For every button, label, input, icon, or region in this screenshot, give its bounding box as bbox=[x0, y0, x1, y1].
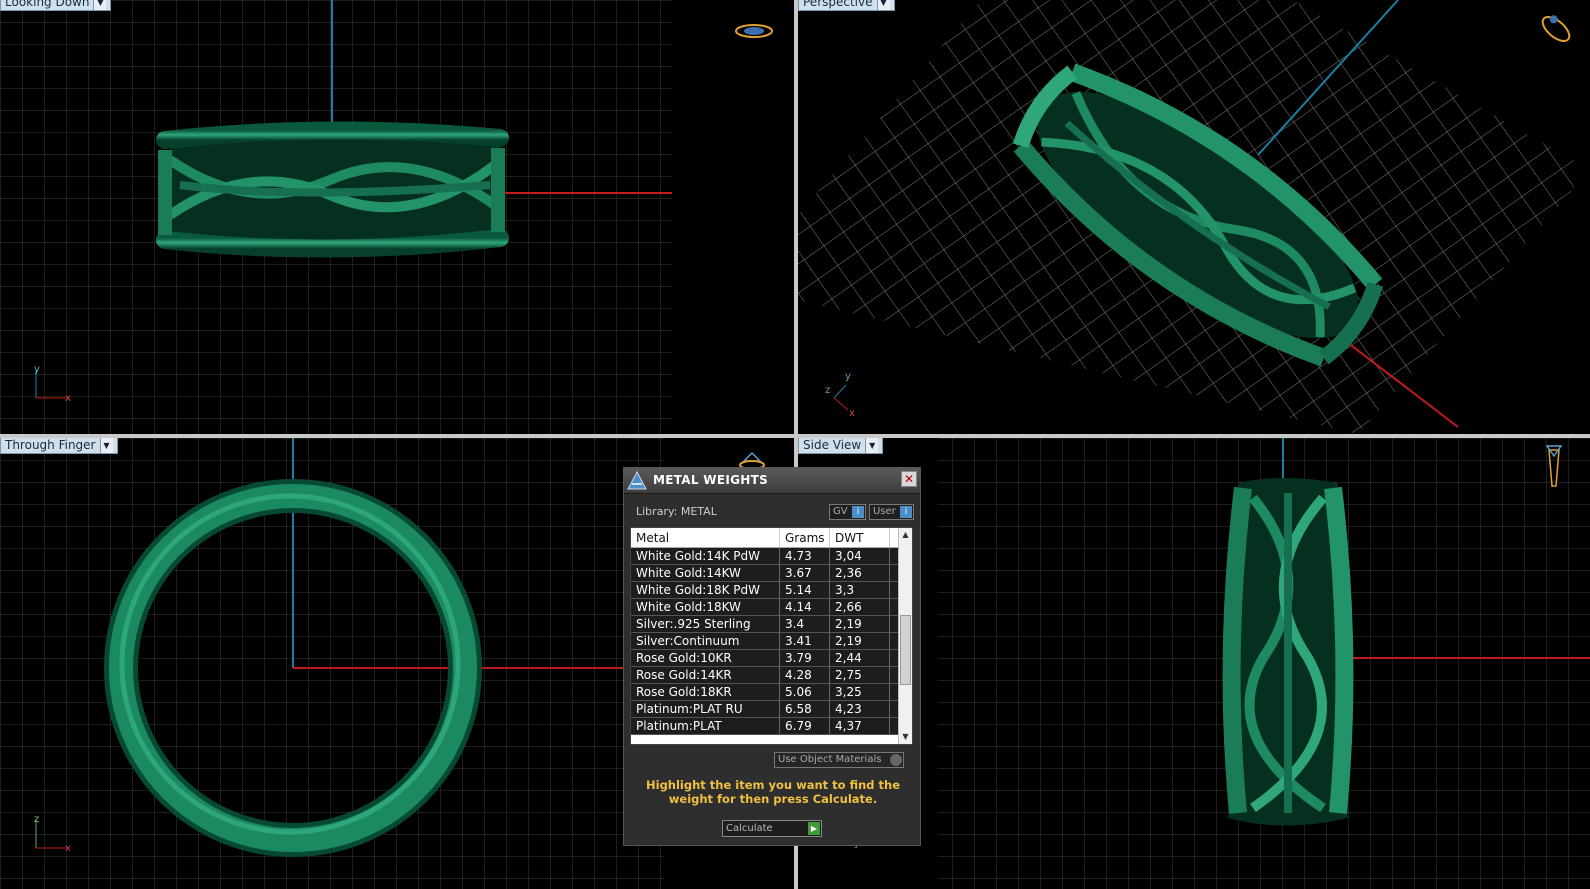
library-label: Library: METAL bbox=[636, 505, 717, 518]
play-icon: ▶ bbox=[808, 822, 820, 835]
dwt-cell: 2,36 bbox=[830, 565, 890, 581]
calculate-label: Calculate bbox=[726, 823, 773, 834]
table-header: Metal Grams DWT bbox=[631, 528, 912, 548]
dwt-cell: 3,04 bbox=[830, 548, 890, 564]
metal-cell: White Gold:18KW bbox=[631, 599, 780, 615]
toggle-gv[interactable]: GV i bbox=[829, 504, 866, 520]
viewport-label-text: Looking Down bbox=[5, 0, 90, 9]
close-icon[interactable]: ✕ bbox=[901, 471, 917, 487]
grams-cell: 4.28 bbox=[780, 667, 830, 683]
viewport-label-text: Side View bbox=[803, 438, 862, 452]
column-header-dwt[interactable]: DWT bbox=[830, 528, 890, 547]
column-header-grams[interactable]: Grams bbox=[780, 528, 830, 547]
ring-side-view bbox=[1222, 478, 1354, 826]
dropdown-arrow-icon[interactable]: ▼ bbox=[865, 438, 879, 453]
use-object-materials-toggle[interactable]: Use Object Materials bbox=[774, 752, 904, 768]
toggle-knob-icon bbox=[890, 754, 902, 766]
table-row[interactable]: Rose Gold:10KR 3.79 2,44 bbox=[631, 650, 912, 667]
grams-cell: 5.14 bbox=[780, 582, 830, 598]
grams-cell: 3.79 bbox=[780, 650, 830, 666]
table-row[interactable]: White Gold:18KW 4.14 2,66 bbox=[631, 599, 912, 616]
viewport-label-looking-down[interactable]: Looking Down ▼ bbox=[0, 0, 112, 11]
dwt-cell: 3,3 bbox=[830, 582, 890, 598]
metal-cell: Platinum:PLAT bbox=[631, 718, 780, 734]
toggle-knob-icon: i bbox=[852, 506, 864, 518]
axis-label-x: x bbox=[65, 843, 71, 854]
dialog-title-bar[interactable]: METAL WEIGHTS ✕ bbox=[624, 468, 920, 494]
grams-cell: 4.73 bbox=[780, 548, 830, 564]
toggle-user[interactable]: User i bbox=[869, 504, 914, 520]
looking-down-scene: y x bbox=[0, 0, 773, 434]
scroll-down-icon[interactable]: ▼ bbox=[899, 730, 912, 744]
metal-cell: Rose Gold:18KR bbox=[631, 684, 780, 700]
instruction-text: Highlight the item you want to find the … bbox=[646, 778, 900, 806]
metal-cell: Platinum:PLAT RU bbox=[631, 701, 780, 717]
dwt-cell: 2,19 bbox=[830, 616, 890, 632]
table-row[interactable]: Silver:Continuum 3.41 2,19 bbox=[631, 633, 912, 650]
metal-cell: White Gold:14K PdW bbox=[631, 548, 780, 564]
table-row[interactable]: White Gold:18K PdW 5.14 3,3 bbox=[631, 582, 912, 599]
dwt-cell: 3,25 bbox=[830, 684, 890, 700]
grams-cell: 3.41 bbox=[780, 633, 830, 649]
grams-cell: 6.58 bbox=[780, 701, 830, 717]
table-row[interactable]: Platinum:PLAT 6.79 4,37 bbox=[631, 718, 912, 735]
table-body: White Gold:14K PdW 4.73 3,04 White Gold:14K… bbox=[631, 548, 912, 735]
toggle-gv-label: GV bbox=[833, 506, 848, 517]
dwt-cell: 2,19 bbox=[830, 633, 890, 649]
grams-cell: 6.79 bbox=[780, 718, 830, 734]
metal-cell: Silver:.925 Sterling bbox=[631, 616, 780, 632]
viewport-perspective[interactable]: z y x Perspective ▼ bbox=[798, 0, 1590, 434]
axis-label-z: z bbox=[825, 385, 830, 396]
dropdown-arrow-icon[interactable]: ▼ bbox=[93, 0, 107, 10]
dwt-cell: 2,66 bbox=[830, 599, 890, 615]
table-row[interactable]: Platinum:PLAT RU 6.58 4,23 bbox=[631, 701, 912, 718]
axis-label-y: y bbox=[34, 364, 40, 375]
table-scrollbar[interactable]: ▲ ▼ bbox=[898, 528, 912, 744]
viewport-label-side-view[interactable]: Side View ▼ bbox=[798, 438, 884, 454]
perspective-scene: z y x bbox=[798, 0, 1590, 434]
ring-top-view bbox=[156, 121, 509, 258]
dropdown-arrow-icon[interactable]: ▼ bbox=[876, 0, 890, 10]
viewport-label-text: Through Finger bbox=[5, 438, 96, 452]
calculate-button[interactable]: Calculate ▶ bbox=[722, 820, 822, 837]
viewport-label-text: Perspective bbox=[803, 0, 873, 9]
axis-label-y: y bbox=[845, 371, 851, 382]
metal-weights-dialog: METAL WEIGHTS ✕ Library: METAL GV i User… bbox=[623, 467, 921, 846]
table-row[interactable]: White Gold:14K PdW 4.73 3,04 bbox=[631, 548, 912, 565]
viewport-separator-horizontal[interactable] bbox=[0, 434, 1590, 438]
dwt-cell: 4,37 bbox=[830, 718, 890, 734]
metal-cell: Rose Gold:14KR bbox=[631, 667, 780, 683]
dwt-cell: 4,23 bbox=[830, 701, 890, 717]
metal-cell: Silver:Continuum bbox=[631, 633, 780, 649]
table-row[interactable]: Rose Gold:14KR 4.28 2,75 bbox=[631, 667, 912, 684]
use-object-materials-label: Use Object Materials bbox=[778, 754, 882, 765]
column-header-metal[interactable]: Metal bbox=[631, 528, 780, 547]
viewport-label-perspective[interactable]: Perspective ▼ bbox=[798, 0, 895, 11]
grams-cell: 3.4 bbox=[780, 616, 830, 632]
axis-label-z: z bbox=[34, 814, 39, 825]
metal-table[interactable]: Metal Grams DWT White Gold:14K PdW 4.73 3,… bbox=[630, 527, 913, 745]
table-row[interactable]: White Gold:14KW 3.67 2,36 bbox=[631, 565, 912, 582]
axis-label-x: x bbox=[65, 393, 71, 404]
grams-cell: 4.14 bbox=[780, 599, 830, 615]
app-logo-icon bbox=[627, 470, 647, 490]
grams-cell: 3.67 bbox=[780, 565, 830, 581]
metal-cell: White Gold:14KW bbox=[631, 565, 780, 581]
metal-cell: Rose Gold:10KR bbox=[631, 650, 780, 666]
dialog-title: METAL WEIGHTS bbox=[653, 473, 769, 487]
table-row[interactable]: Silver:.925 Sterling 3.4 2,19 bbox=[631, 616, 912, 633]
dwt-cell: 2,75 bbox=[830, 667, 890, 683]
scroll-up-icon[interactable]: ▲ bbox=[899, 528, 912, 542]
metal-cell: White Gold:18K PdW bbox=[631, 582, 780, 598]
scroll-thumb[interactable] bbox=[900, 615, 911, 685]
dwt-cell: 2,44 bbox=[830, 650, 890, 666]
viewport-label-through-finger[interactable]: Through Finger ▼ bbox=[0, 438, 118, 454]
dropdown-arrow-icon[interactable]: ▼ bbox=[99, 438, 113, 453]
toggle-knob-icon: i bbox=[900, 506, 912, 518]
toggle-user-label: User bbox=[873, 506, 896, 517]
axis-label-x: x bbox=[849, 408, 855, 419]
table-row[interactable]: Rose Gold:18KR 5.06 3,25 bbox=[631, 684, 912, 701]
viewport-looking-down[interactable]: y x Looking Down ▼ bbox=[0, 0, 794, 434]
grams-cell: 5.06 bbox=[780, 684, 830, 700]
